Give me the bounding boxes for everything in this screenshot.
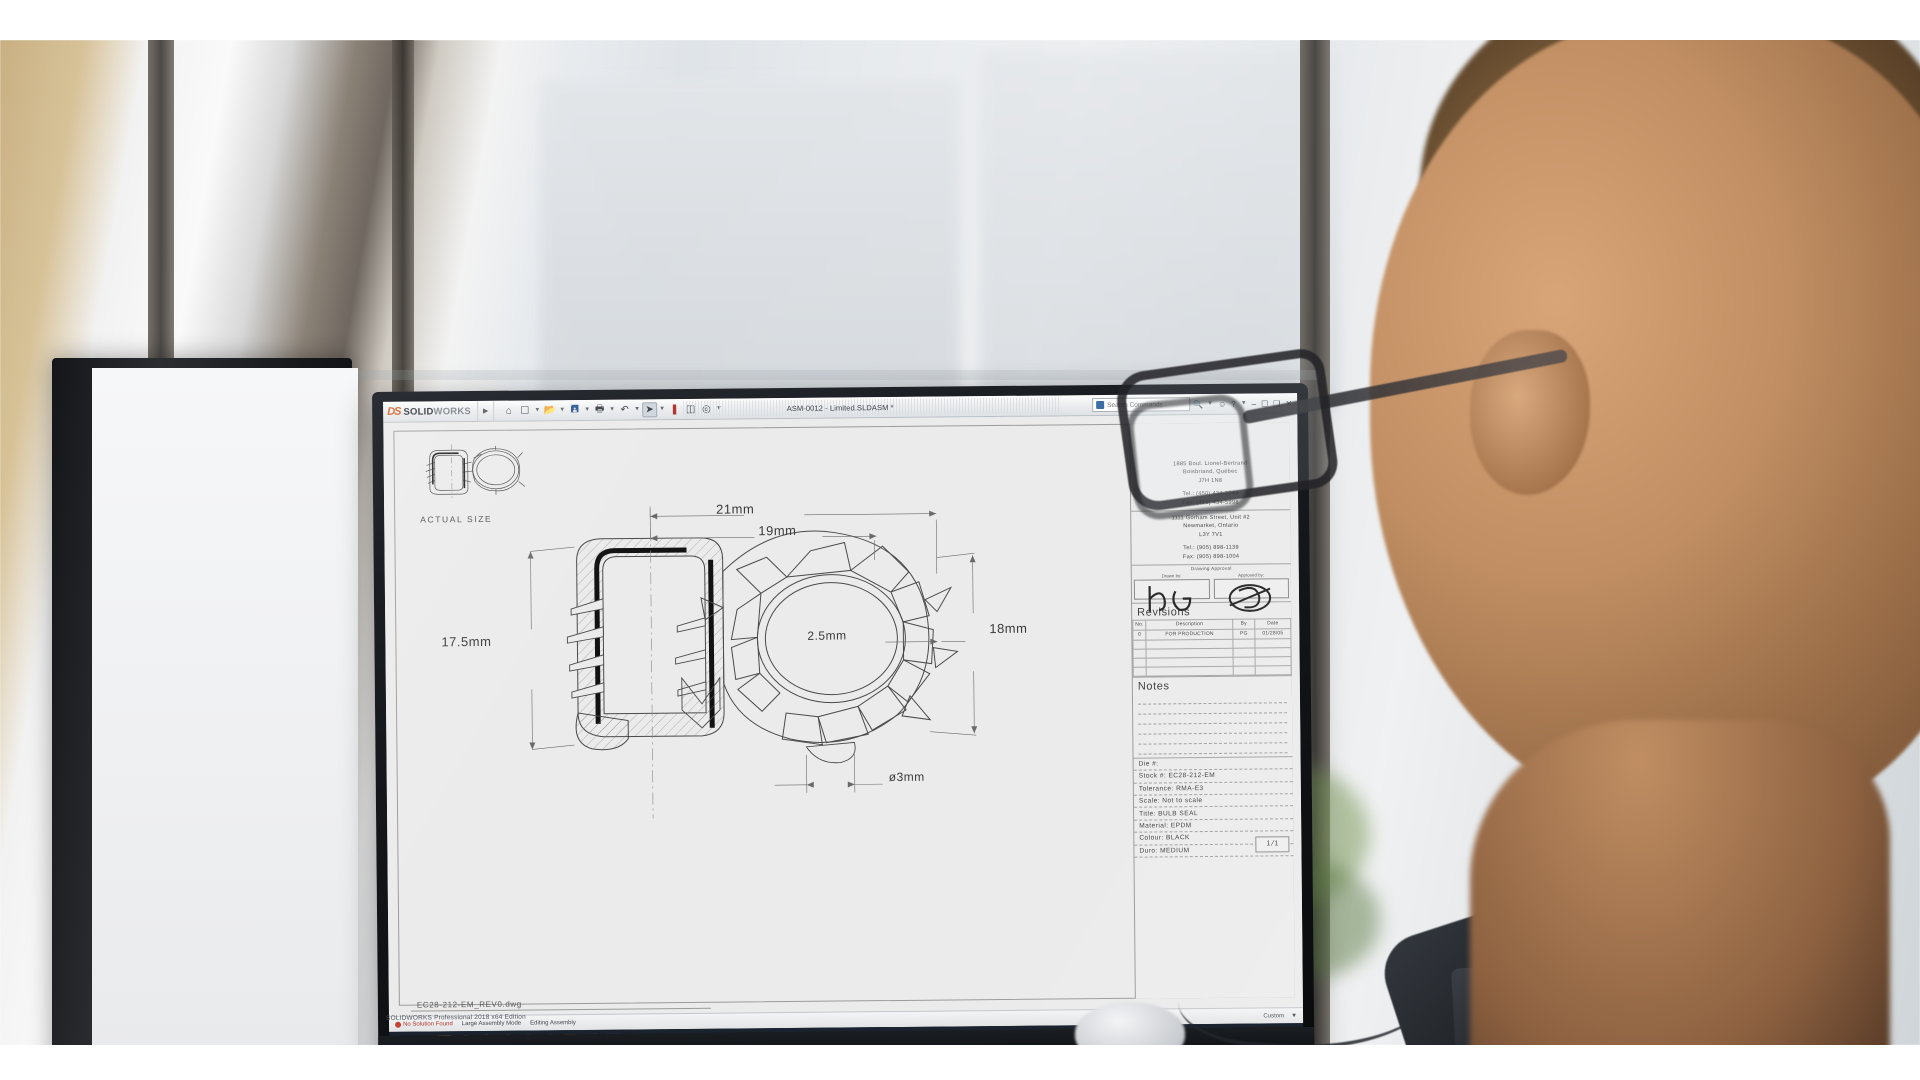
status-error-text: No Solution Found	[403, 1020, 453, 1028]
revisions-table: No. Description By Date 0 FOR PRODUCTION…	[1132, 618, 1292, 677]
solidworks-wordmark: SOLIDWORKS	[403, 405, 471, 418]
chevron-down-icon-4[interactable]: ▼	[608, 407, 616, 413]
undo-icon[interactable]: ↶	[617, 402, 632, 417]
dim-height-overall: 17.5mm	[441, 633, 492, 650]
dim-width-overall: 21mm	[716, 501, 755, 517]
bulb-seal-profile-svg	[527, 506, 978, 819]
new-document-icon[interactable]: ☐	[517, 403, 532, 418]
revision-no: 0	[1132, 629, 1147, 641]
revision-date: 01/28/05	[1254, 628, 1291, 639]
desk-phone: cisco	[1451, 951, 1789, 1045]
approved-by-cell: Approved by:	[1211, 571, 1291, 612]
minimize-button[interactable]: –	[1251, 399, 1258, 408]
signature-drawn-by	[1148, 585, 1192, 612]
home-icon[interactable]: ⌂	[501, 403, 516, 418]
phone-keypad	[1470, 1043, 1673, 1045]
chevron-down-icon-2[interactable]: ▼	[558, 407, 566, 413]
dassault-systemes-logo: DS	[387, 405, 401, 418]
drawn-by-caption: Drawn by:	[1161, 573, 1182, 579]
error-icon	[395, 1021, 402, 1028]
cisco-brand-logo: cisco	[1485, 969, 1507, 978]
contact-fax-secondary: Fax: (905) 898-1004	[1182, 553, 1240, 560]
notes-title: Notes	[1137, 680, 1170, 693]
dim-wall-thickness: 2.5mm	[807, 628, 847, 643]
actual-size-view	[422, 443, 535, 499]
notes-lines[interactable]	[1133, 693, 1293, 758]
magnifier-icon[interactable]: 🔍	[1193, 400, 1203, 409]
rebuild-icon[interactable]: ❚	[667, 402, 682, 417]
phone-display	[1473, 976, 1605, 1040]
secondary-monitor	[52, 358, 358, 1045]
signature-approved-by	[1228, 583, 1271, 612]
maximize-button[interactable]: ❑	[1272, 399, 1281, 408]
status-edit-mode: Editing Assembly	[530, 1019, 576, 1027]
user-account-icon[interactable]: ☺	[1217, 399, 1227, 408]
title-bar-hatch-texture	[683, 397, 1060, 418]
company-address-primary: 1885 Boul. Lionel-Bertrand Boisbriand, Q…	[1130, 456, 1291, 512]
help-icon[interactable]: ?	[1230, 399, 1237, 408]
background-building-2	[980, 50, 1340, 410]
search-input[interactable]	[1107, 400, 1187, 409]
primary-monitor: DS SOLIDWORKS ▶ ⌂ ☐ ▼ 📂 ▼ 🖪 ▼ 🖶 ▼ ↶ ▼ ➤ …	[372, 383, 1315, 1045]
solidworks-edition-label: SOLIDWORKS Professional 2018 x64 Edition	[385, 1013, 526, 1022]
dim-height-bulb: 18mm	[989, 620, 1028, 637]
open-document-icon[interactable]: 📂	[542, 403, 557, 418]
actual-size-profile-svg	[425, 444, 526, 499]
save-icon[interactable]: 🖪	[567, 402, 582, 417]
revisions-col-no: No.	[1132, 619, 1147, 631]
title-bar-right-controls: 🔍 ▼ ☺ ? ▼ – ☐ ❑ ✕	[1092, 396, 1293, 413]
drawn-by-signature-box[interactable]	[1133, 578, 1210, 612]
close-button[interactable]: ✕	[1284, 399, 1293, 408]
dim-width-inner: 19mm	[758, 522, 797, 539]
chevron-down-icon-8[interactable]: ▼	[1206, 401, 1214, 407]
photo-scene: DS SOLIDWORKS ▶ ⌂ ☐ ▼ 📂 ▼ 🖪 ▼ 🖶 ▼ ↶ ▼ ➤ …	[0, 0, 1920, 1080]
search-commands-box[interactable]	[1092, 397, 1191, 413]
notes-section: Notes	[1132, 676, 1293, 759]
table-row[interactable]	[1133, 665, 1292, 677]
chevron-down-icon-5[interactable]: ▼	[633, 406, 641, 412]
title-block-logo-area	[1130, 422, 1289, 458]
select-cursor-icon[interactable]: ➤	[641, 401, 658, 417]
status-error[interactable]: No Solution Found	[395, 1021, 453, 1028]
revisions-col-date: Date	[1254, 618, 1291, 629]
approved-by-caption: Approved by:	[1238, 572, 1265, 578]
drawing-sheet[interactable]: ACTUAL SIZE 21mm 19mm 18mm 17.5mm 2.5mm …	[383, 414, 1303, 1016]
chevron-down-icon-9[interactable]: ▼	[1240, 401, 1248, 407]
solidworks-window: DS SOLIDWORKS ▶ ⌂ ☐ ▼ 📂 ▼ 🖪 ▼ 🖶 ▼ ↶ ▼ ➤ …	[383, 393, 1304, 1032]
search-icon	[1096, 400, 1105, 410]
revisions-col-by: By	[1232, 618, 1255, 630]
approved-by-signature-box[interactable]	[1213, 578, 1290, 612]
sheet-number-box: 1 / 1	[1255, 836, 1290, 853]
actual-size-label: ACTUAL SIZE	[420, 513, 493, 525]
chevron-down-icon-6[interactable]: ▼	[658, 406, 666, 412]
phone-key	[1606, 1043, 1671, 1045]
drawing-approval-section: Drawing Approval Drawn by: Approved by:	[1131, 564, 1292, 612]
menu-expander-icon[interactable]: ▶	[477, 400, 495, 421]
secondary-monitor-screen	[92, 368, 358, 1045]
contact-fax-primary: Fax: (450) 434-5998	[1182, 499, 1239, 506]
notes-line	[1138, 743, 1288, 755]
revision-by: PG	[1232, 628, 1255, 640]
photograph: DS SOLIDWORKS ▶ ⌂ ☐ ▼ 📂 ▼ 🖪 ▼ 🖶 ▼ ↶ ▼ ➤ …	[0, 40, 1920, 1045]
drawing-filename: EC28-212-EM_REV0.dwg	[416, 999, 522, 1010]
company-address-secondary: 1111 Gorham Street, Unit #2 Newmarket, O…	[1131, 510, 1291, 566]
solidworks-logo[interactable]: DS SOLIDWORKS	[387, 400, 479, 422]
sheet-total: 1	[1274, 840, 1279, 848]
chevron-down-icon-3[interactable]: ▼	[583, 407, 591, 413]
chevron-down-icon[interactable]: ▼	[533, 407, 541, 413]
restore-button[interactable]: ☐	[1260, 399, 1269, 408]
drawn-by-cell: Drawn by:	[1132, 572, 1212, 612]
specifications-section: Die #: Stock #: EC28-212-EM Tolerance: R…	[1133, 757, 1294, 858]
dim-hole-diameter: ø3mm	[888, 769, 925, 785]
main-section-view: 21mm 19mm 18mm 17.5mm 2.5mm ø3mm	[441, 494, 1067, 829]
print-icon[interactable]: 🖶	[592, 402, 607, 417]
